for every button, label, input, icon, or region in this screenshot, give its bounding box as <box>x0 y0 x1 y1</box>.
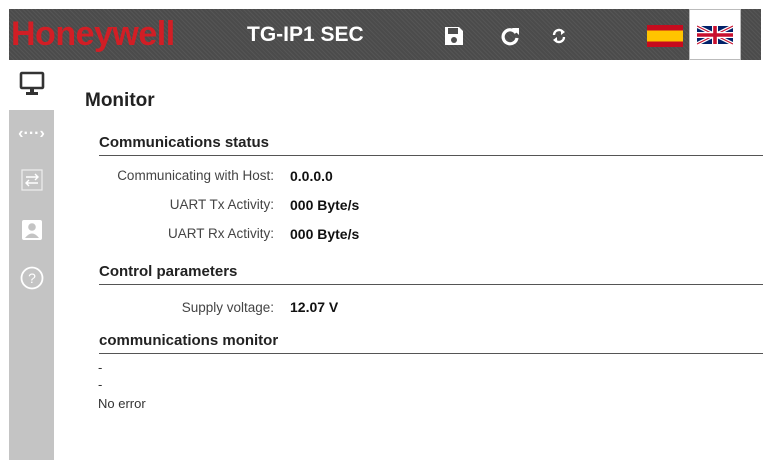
sidebar-item-monitor[interactable] <box>9 64 54 104</box>
comm-status-heading: Communications status <box>99 134 270 151</box>
monitor-heading: communications monitor <box>99 332 279 349</box>
sidebar-item-help[interactable]: ? <box>9 258 54 298</box>
monitor-line: - <box>98 360 103 375</box>
product-name: TG-IP1 SEC <box>247 23 364 46</box>
save-icon <box>445 27 463 45</box>
sidebar-item-user[interactable] <box>9 210 54 250</box>
code-icon: ‹···› <box>18 125 45 142</box>
language-es-button[interactable] <box>647 25 683 47</box>
status-row: UART Tx Activity: <box>106 197 274 217</box>
sync-button[interactable] <box>547 22 571 50</box>
user-icon <box>21 220 42 240</box>
control-row: Supply voltage: <box>106 300 274 320</box>
help-icon: ? <box>20 266 43 290</box>
svg-text:?: ? <box>28 270 36 286</box>
sidebar-item-transfer[interactable] <box>9 160 54 200</box>
status-row: UART Rx Activity: <box>106 226 274 246</box>
refresh-icon <box>501 28 519 46</box>
transfer-icon <box>20 169 43 191</box>
uart-rx-value: 000 Byte/s <box>290 226 360 242</box>
app-window: Honeywell TG-IP1 SEC ‹···› ? Monitor Com… <box>0 0 763 460</box>
supply-voltage-label: Supply voltage: <box>181 300 274 315</box>
control-heading: Control parameters <box>99 263 238 280</box>
sidebar-item-code[interactable]: ‹···› <box>9 114 54 154</box>
monitor-section: communications monitor <box>99 332 763 354</box>
sidebar: ‹···› ? <box>9 60 54 460</box>
supply-voltage-value: 12.07 V <box>290 299 339 315</box>
language-en-button[interactable] <box>689 9 741 60</box>
page-title: Monitor <box>85 90 155 111</box>
brand-logo: Honeywell <box>11 15 175 53</box>
spain-flag-icon <box>647 25 683 47</box>
monitor-line: No error <box>98 396 146 411</box>
comm-status-section: Communications status <box>99 134 763 156</box>
uart-tx-value: 000 Byte/s <box>290 197 360 213</box>
host-value: 0.0.0.0 <box>290 168 333 184</box>
refresh-button[interactable] <box>497 22 523 50</box>
uart-tx-label: UART Tx Activity: <box>169 197 274 212</box>
monitor-icon <box>19 71 44 95</box>
main-content: Monitor Communications status Communicat… <box>54 60 763 460</box>
host-label: Communicating with Host: <box>117 168 274 183</box>
save-button[interactable] <box>441 22 467 50</box>
monitor-line: - <box>98 377 103 392</box>
uk-flag-icon <box>697 23 733 46</box>
uart-rx-label: UART Rx Activity: <box>167 226 274 241</box>
status-row: Communicating with Host: <box>106 168 274 188</box>
top-bar: Honeywell TG-IP1 SEC <box>9 9 761 60</box>
control-section: Control parameters <box>99 263 763 285</box>
sync-icon <box>552 28 566 44</box>
